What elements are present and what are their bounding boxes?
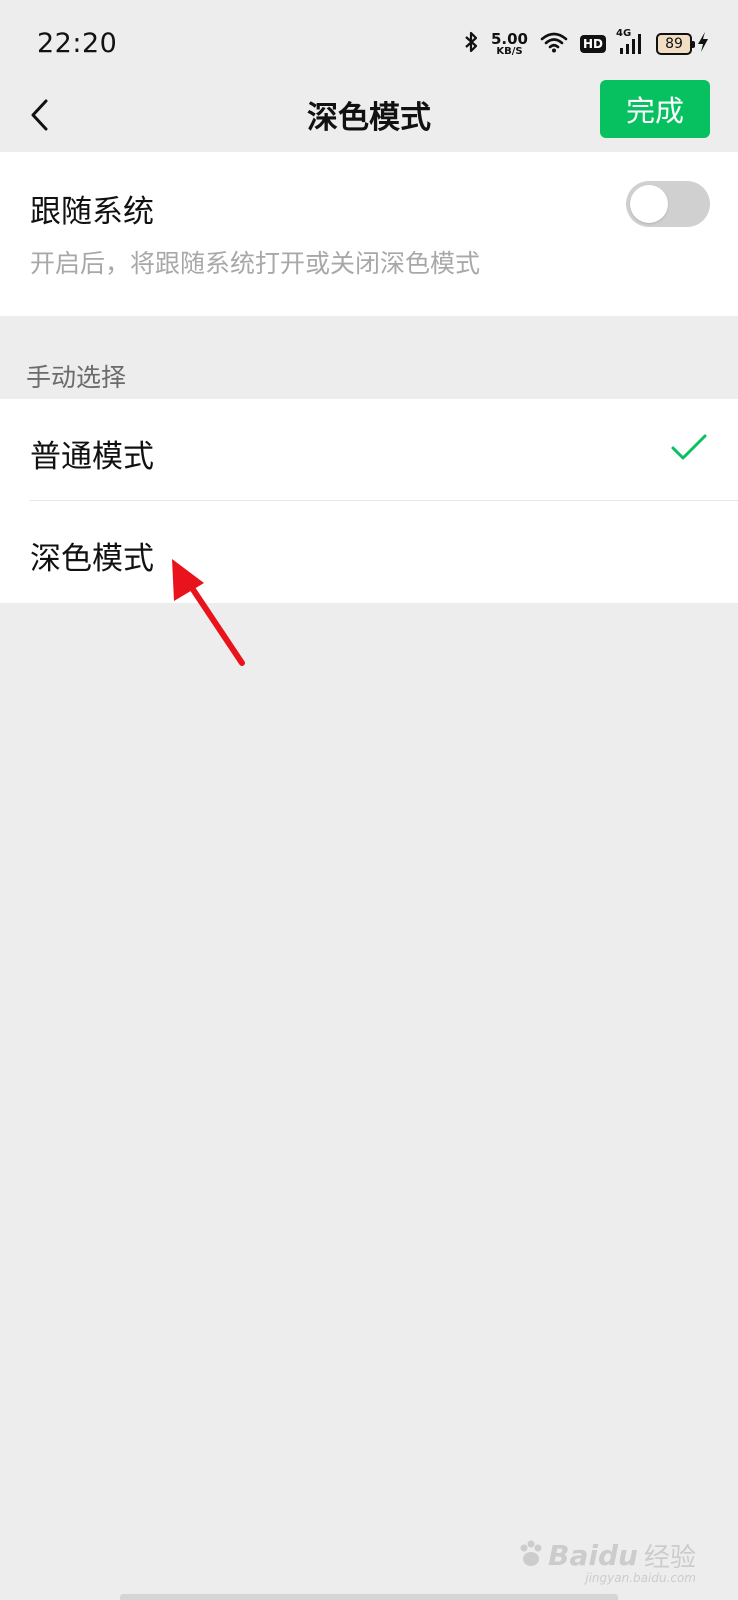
status-icons: 5.00 KB/S HD 4G 89 (463, 28, 710, 60)
hd-badge: HD (579, 35, 606, 53)
checkmark-icon (670, 433, 708, 467)
follow-system-section: 跟随系统 开启后，将跟随系统打开或关闭深色模式 (0, 152, 738, 316)
toggle-knob (630, 185, 668, 223)
home-indicator (120, 1594, 618, 1600)
signal-icon: 4G (616, 28, 644, 56)
nav-bar: 深色模式 完成 (0, 80, 738, 152)
option-normal-mode[interactable]: 普通模式 (0, 399, 738, 501)
net-speed: 5.00 KB/S (490, 29, 528, 57)
mode-option-list: 普通模式 深色模式 (0, 399, 738, 603)
follow-system-toggle[interactable] (626, 181, 710, 227)
option-dark-mode[interactable]: 深色模式 (0, 501, 738, 603)
watermark-cn: 经验 (643, 1543, 696, 1573)
status-bar: 22:20 5.00 KB/S HD 4G 89 (0, 0, 738, 80)
battery-level: 89 (656, 33, 695, 55)
bluetooth-icon (463, 30, 479, 58)
manual-section-header: 手动选择 (26, 363, 127, 392)
watermark-text: Baidu (548, 1539, 638, 1572)
wifi-icon (540, 31, 568, 57)
charging-icon (696, 31, 710, 57)
follow-system-title: 跟随系统 (30, 194, 154, 230)
paw-logo-icon (516, 1539, 546, 1573)
net-speed-unit: KB/S (496, 45, 523, 57)
option-label: 深色模式 (30, 541, 154, 577)
annotation-arrow-icon (172, 559, 245, 666)
done-button[interactable]: 完成 (600, 80, 710, 138)
follow-system-description: 开启后，将跟随系统打开或关闭深色模式 (30, 249, 481, 278)
status-time: 22:20 (37, 28, 118, 59)
battery-icon: 89 (656, 31, 710, 57)
network-type: 4G (616, 28, 632, 39)
watermark-url: jingyan.baidu.com (585, 1571, 696, 1585)
net-speed-value: 5.00 (490, 29, 528, 48)
option-label: 普通模式 (30, 439, 154, 475)
baidu-watermark: Baidu 经验 jingyan.baidu.com (516, 1537, 696, 1585)
